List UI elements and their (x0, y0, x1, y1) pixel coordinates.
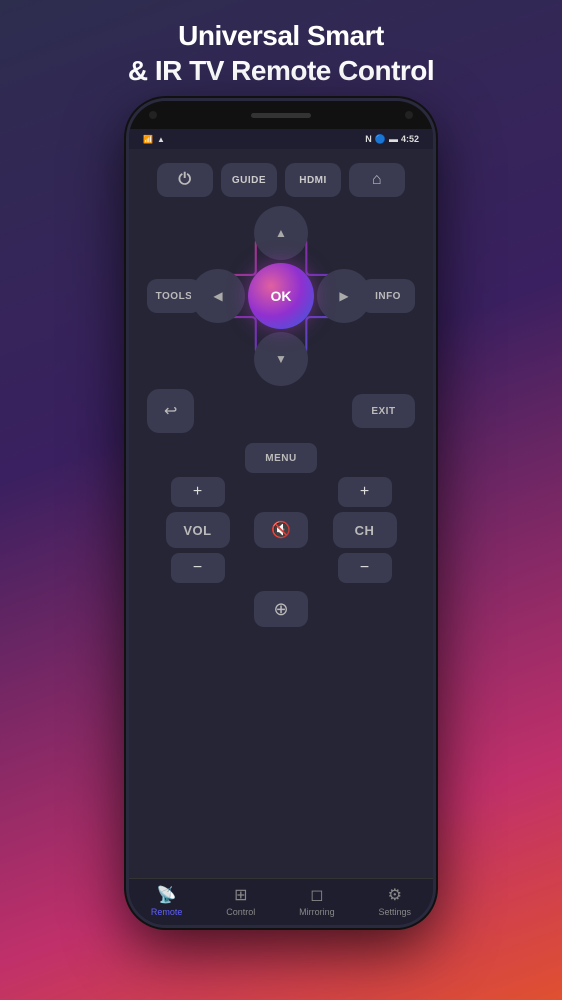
home-icon: ⌂ (372, 171, 382, 189)
control-nav-icon: ⊞ (234, 885, 247, 905)
status-left: 📶 ▲ (143, 135, 165, 144)
dpad-section: TOOLS (139, 207, 423, 385)
source-row: ⊕ (254, 591, 308, 627)
center-column: 🔇 (254, 477, 308, 583)
source-button[interactable]: ⊕ (254, 591, 308, 627)
vol-minus-button[interactable]: − (171, 553, 225, 583)
clock: 4:52 (401, 134, 419, 144)
ch-label-button[interactable]: CH (333, 512, 397, 548)
phone-shell: 📶 ▲ N 🔵 ▬ 4:52 ⏻ GUIDE HDMI ⌂ (126, 98, 436, 928)
ch-plus-button[interactable]: + (338, 477, 392, 507)
down-arrow-icon: ▼ (275, 352, 287, 366)
nav-item-control[interactable]: ⊞ Control (216, 885, 265, 917)
ch-minus-button[interactable]: − (338, 553, 392, 583)
phone-notch (129, 101, 433, 129)
right-arrow-icon: ▶ (339, 289, 348, 303)
camera-left (149, 111, 157, 119)
tools-label: TOOLS (156, 291, 193, 302)
dpad-up-button[interactable]: ▲ (254, 206, 308, 260)
ch-label: CH (355, 523, 375, 538)
mirroring-nav-label: Mirroring (299, 907, 335, 917)
wifi-icon: ▲ (157, 135, 165, 144)
mute-button[interactable]: 🔇 (254, 512, 308, 548)
menu-row: MENU (245, 443, 317, 473)
left-arrow-icon: ◀ (213, 289, 222, 303)
camera-right (405, 111, 413, 119)
dpad-down-button[interactable]: ▼ (254, 332, 308, 386)
power-button[interactable]: ⏻ (157, 163, 213, 197)
settings-nav-icon: ⚙ (388, 885, 402, 905)
info-label: INFO (375, 291, 401, 302)
nav-item-remote[interactable]: 📡 Remote (141, 885, 193, 917)
vol-minus-icon: − (193, 559, 202, 576)
ch-plus-icon: + (360, 483, 369, 500)
dpad-right-button[interactable]: ▶ (317, 269, 371, 323)
vol-ch-grid: + VOL − 🔇 + CH (139, 477, 423, 583)
ch-minus-icon: − (360, 559, 369, 576)
dpad-container: ▲ ▼ ◀ ▶ OK (201, 201, 361, 391)
vol-plus-button[interactable]: + (171, 477, 225, 507)
bluetooth-icon: 🔵 (375, 134, 386, 145)
dpad-left-button[interactable]: ◀ (191, 269, 245, 323)
ok-label: OK (271, 288, 292, 304)
vol-column: + VOL − (147, 477, 248, 583)
status-bar: 📶 ▲ N 🔵 ▬ 4:52 (129, 129, 433, 149)
back-exit-row: ↩ EXIT (139, 385, 423, 437)
nfc-icon: N (365, 134, 372, 144)
power-icon: ⏻ (178, 171, 191, 189)
sim-icon: 📶 (143, 135, 153, 144)
remote-nav-icon: 📡 (157, 885, 177, 905)
back-button[interactable]: ↩ (147, 389, 194, 433)
back-icon: ↩ (164, 401, 177, 421)
header-title: Universal Smart & IR TV Remote Control (98, 0, 464, 98)
nav-item-mirroring[interactable]: ◻ Mirroring (289, 885, 345, 917)
dpad-cross: ▲ ▼ ◀ ▶ OK (191, 206, 371, 386)
mirroring-nav-icon: ◻ (310, 885, 323, 905)
hdmi-label: HDMI (299, 175, 327, 186)
hdmi-button[interactable]: HDMI (285, 163, 341, 197)
source-icon: ⊕ (273, 599, 288, 619)
bottom-nav: 📡 Remote ⊞ Control ◻ Mirroring ⚙ Setting… (129, 878, 433, 925)
ok-button[interactable]: OK (248, 263, 314, 329)
up-arrow-icon: ▲ (275, 226, 287, 240)
settings-nav-label: Settings (379, 907, 412, 917)
exit-button[interactable]: EXIT (352, 394, 415, 428)
vol-plus-icon: + (193, 483, 202, 500)
status-right: N 🔵 ▬ 4:52 (365, 134, 419, 145)
control-nav-label: Control (226, 907, 255, 917)
nav-item-settings[interactable]: ⚙ Settings (369, 885, 422, 917)
menu-button[interactable]: MENU (245, 443, 317, 473)
guide-label: GUIDE (232, 175, 266, 186)
remote-screen: ⏻ GUIDE HDMI ⌂ TOOLS (129, 149, 433, 878)
exit-label: EXIT (371, 406, 395, 417)
menu-label: MENU (265, 453, 296, 464)
guide-button[interactable]: GUIDE (221, 163, 277, 197)
home-button[interactable]: ⌂ (349, 163, 405, 197)
battery-icon: ▬ (389, 134, 398, 144)
notch-speaker (251, 113, 311, 118)
top-buttons-row: ⏻ GUIDE HDMI ⌂ (157, 163, 405, 197)
vol-label-button[interactable]: VOL (166, 512, 230, 548)
mute-icon: 🔇 (271, 522, 291, 539)
remote-nav-label: Remote (151, 907, 183, 917)
vol-label: VOL (183, 523, 211, 538)
ch-column: + CH − (314, 477, 415, 583)
